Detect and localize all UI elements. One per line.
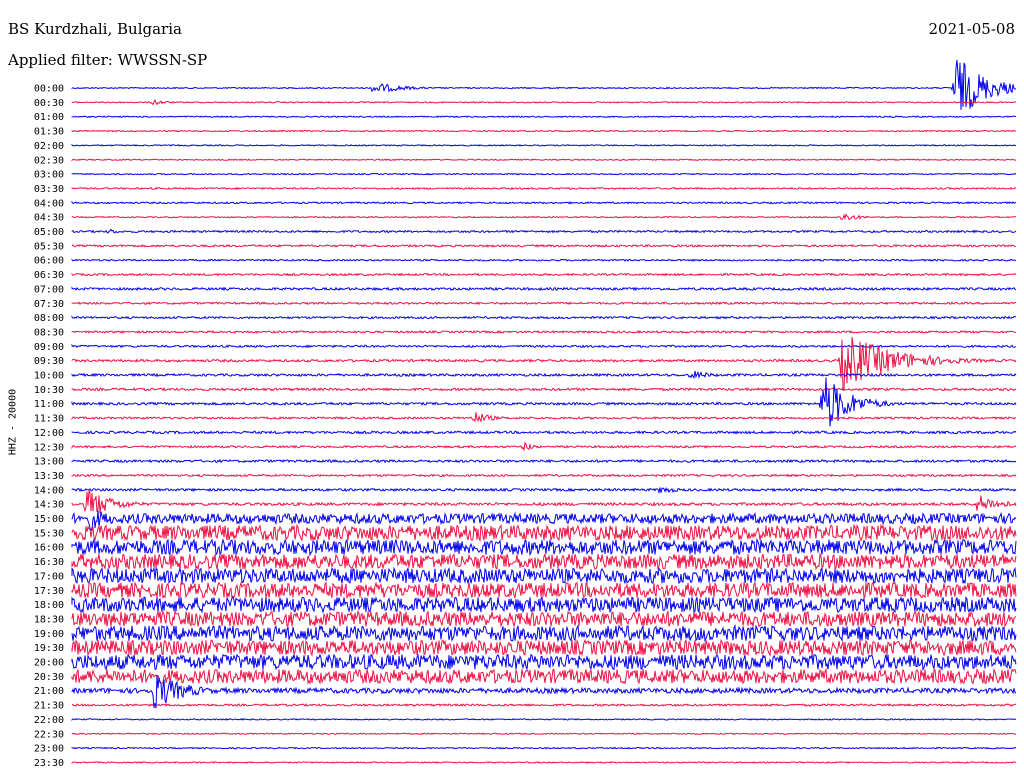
- trace-line-0600: [71, 258, 1017, 262]
- time-tick-label: 21:00: [34, 686, 64, 697]
- time-tick-label: 16:30: [34, 557, 64, 568]
- trace-line-0430: [71, 213, 1017, 221]
- trace-line-0230: [71, 158, 1017, 162]
- trace-line-1700: [71, 566, 1017, 585]
- time-tick-label: 09:00: [34, 342, 64, 353]
- trace-line-0130: [71, 129, 1017, 133]
- time-tick-label: 11:30: [34, 414, 64, 425]
- time-tick-label: 13:00: [34, 457, 64, 468]
- time-tick-label: 04:30: [34, 213, 64, 224]
- time-tick-label: 00:00: [34, 84, 64, 95]
- trace-line-0030: [71, 99, 1016, 106]
- time-tick-label: 18:30: [34, 614, 64, 625]
- trace-line-0200: [71, 143, 1017, 147]
- time-tick-label: 13:30: [34, 471, 64, 482]
- trace-line-0500: [71, 228, 1017, 234]
- time-tick-label: 10:00: [34, 371, 64, 382]
- trace-line-1730: [71, 581, 1017, 600]
- trace-line-1900: [71, 624, 1017, 643]
- time-tick-label: 03:30: [34, 184, 64, 195]
- trace-line-1030: [71, 386, 1017, 392]
- time-tick-label: 07:30: [34, 299, 64, 310]
- trace-line-0700: [71, 286, 1017, 292]
- trace-line-1930: [71, 638, 1017, 657]
- time-tick-label: 07:00: [34, 284, 64, 295]
- trace-line-0400: [71, 200, 1017, 205]
- time-tick-label: 21:30: [34, 701, 64, 712]
- time-tick-label: 18:00: [34, 600, 64, 611]
- time-tick-label: 19:30: [34, 643, 64, 654]
- time-tick-label: 20:00: [34, 658, 64, 669]
- trace-line-1000: [71, 370, 1017, 379]
- time-tick-label: 02:30: [34, 155, 64, 166]
- time-tick-label: 16:00: [34, 543, 64, 554]
- trace-line-2330: [71, 761, 1017, 765]
- time-tick-label: 23:30: [34, 758, 64, 769]
- trace-line-0300: [71, 172, 1017, 176]
- trace-line-0830: [71, 329, 1017, 334]
- time-tick-label: 05:30: [34, 241, 64, 252]
- time-tick-label: 12:00: [34, 428, 64, 439]
- time-tick-label: 08:30: [34, 327, 64, 338]
- trace-line-1300: [71, 458, 1017, 464]
- trace-line-1630: [71, 552, 1017, 571]
- trace-line-0530: [71, 243, 1017, 248]
- time-tick-label: 11:00: [34, 399, 64, 410]
- time-tick-label: 20:30: [34, 672, 64, 683]
- trace-line-1200: [71, 430, 1017, 435]
- time-tick-label: 00:30: [34, 98, 64, 109]
- time-tick-label: 03:00: [34, 170, 64, 181]
- time-tick-label: 01:30: [34, 127, 64, 138]
- time-tick-label: 12:30: [34, 442, 64, 453]
- time-tick-label: 15:00: [34, 514, 64, 525]
- trace-line-2000: [71, 653, 1017, 672]
- trace-line-2300: [71, 746, 1017, 750]
- trace-line-2030: [71, 667, 1017, 685]
- trace-line-1130: [71, 412, 1017, 423]
- time-tick-label: 15:30: [34, 528, 64, 539]
- trace-line-0930: [71, 337, 1017, 391]
- time-tick-label: 06:30: [34, 270, 64, 281]
- trace-line-0100: [71, 115, 1017, 119]
- trace-line-1800: [71, 595, 1017, 614]
- time-tick-label: 19:00: [34, 629, 64, 640]
- time-tick-label: 17:00: [34, 571, 64, 582]
- trace-line-1430: [71, 489, 1017, 514]
- trace-line-1330: [71, 473, 1017, 478]
- trace-line-2130: [71, 703, 1016, 708]
- trace-line-0900: [71, 343, 1017, 349]
- trace-line-0330: [71, 186, 1017, 191]
- seismogram-plot: 00:00 00:30 01:00 01:30 02:00 02:30 03:00 03:30…: [34, 59, 1017, 769]
- time-tick-label: 10:30: [34, 385, 64, 396]
- trace-line-0800: [71, 315, 1017, 320]
- time-tick-label: 04:00: [34, 198, 64, 209]
- time-tick-label: 17:30: [34, 586, 64, 597]
- time-tick-label: 06:00: [34, 256, 64, 267]
- time-tick-label: 14:00: [34, 485, 64, 496]
- trace-line-1400: [71, 486, 1017, 495]
- time-tick-label: 09:30: [34, 356, 64, 367]
- time-tick-label: 02:00: [34, 141, 64, 152]
- time-tick-label: 23:00: [34, 744, 64, 755]
- time-tick-label: 05:00: [34, 227, 64, 238]
- trace-line-0630: [71, 272, 1017, 277]
- time-tick-label: 14:30: [34, 500, 64, 511]
- time-tick-label: 22:30: [34, 729, 64, 740]
- trace-line-2230: [71, 732, 1017, 736]
- trace-line-0730: [71, 301, 1017, 306]
- trace-line-1830: [71, 609, 1017, 628]
- trace-line-2200: [71, 718, 1017, 722]
- time-tick-label: 01:00: [34, 112, 64, 123]
- trace-line-1230: [71, 441, 1017, 452]
- trace-line-1530: [71, 523, 1017, 543]
- trace-line-1600: [71, 537, 1017, 557]
- trace-line-1500: [71, 510, 1017, 532]
- time-tick-label: 22:00: [34, 715, 64, 726]
- time-tick-label: 08:00: [34, 313, 64, 324]
